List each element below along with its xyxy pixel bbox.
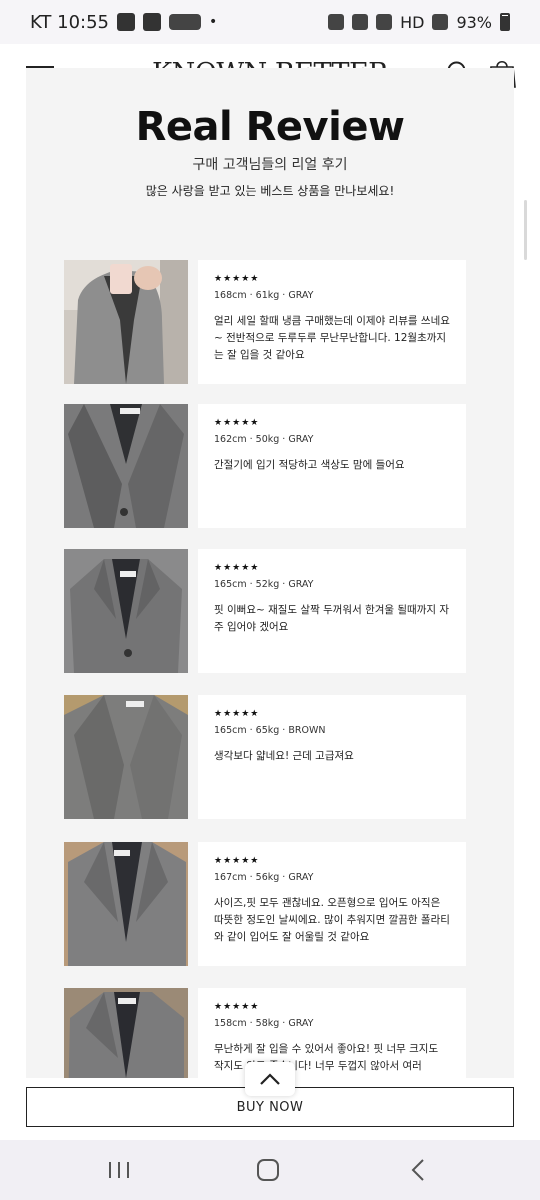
star-rating: ★★★★★	[214, 856, 260, 866]
star-rating: ★★★★★	[214, 274, 260, 284]
review-card: ★★★★★ 165cm · 52kg · GRAY 핏 이뻐요~ 재질도 살짝 …	[198, 549, 466, 673]
review-text: 핏 이뻐요~ 재질도 살짝 두꺼워서 한겨울 될때까지 자주 입어야 겠어요	[214, 604, 450, 633]
battery-icon	[500, 13, 510, 31]
review-photo	[64, 695, 188, 819]
scrollbar[interactable]	[524, 200, 527, 260]
battery-percent: 93%	[456, 12, 492, 32]
reviewer-info: 162cm · 50kg · GRAY	[214, 434, 314, 445]
network-hd-label: HD	[400, 12, 425, 32]
review-card: ★★★★★ 158cm · 58kg · GRAY 무난하게 잘 입을 수 있어…	[198, 988, 466, 1078]
carrier-time: KT 10:55	[30, 11, 109, 33]
star-rating: ★★★★★	[214, 1002, 260, 1012]
review-item[interactable]: ★★★★★ 162cm · 50kg · GRAY 간절기에 입기 적당하고 색…	[64, 404, 466, 528]
reviewer-info: 165cm · 52kg · GRAY	[214, 579, 314, 590]
reviewer-info: 158cm · 58kg · GRAY	[214, 1018, 314, 1029]
signal-icon	[432, 14, 449, 30]
review-item[interactable]: ★★★★★ 168cm · 61kg · GRAY 얼리 세일 할때 냉큼 구매…	[64, 260, 466, 384]
recent-apps-icon[interactable]	[104, 1158, 134, 1182]
review-text: 생각보다 얇네요! 근데 고급져요	[214, 750, 354, 762]
review-photo	[64, 842, 188, 966]
wifi-icon	[376, 14, 393, 30]
review-text: 사이즈,핏 모두 괜찮네요. 오픈형으로 입어도 아직은 따뜻한 정도인 날씨에…	[214, 897, 450, 943]
review-item[interactable]: ★★★★★ 165cm · 65kg · BROWN 생각보다 얇네요! 근데 …	[64, 695, 466, 819]
back-icon[interactable]	[404, 1158, 434, 1182]
reviewer-info: 167cm · 56kg · GRAY	[214, 872, 314, 883]
review-photo	[64, 404, 188, 528]
review-photo	[64, 549, 188, 673]
system-nav-bar	[0, 1140, 540, 1200]
chevron-up-icon	[260, 1073, 280, 1085]
review-text: 얼리 세일 할때 냉큼 구매했는데 이제야 리뷰를 쓰네요~ 전반적으로 두루두…	[214, 315, 450, 361]
alarm-icon	[328, 14, 345, 30]
reviewer-info: 165cm · 65kg · BROWN	[214, 725, 326, 736]
review-photo	[64, 988, 188, 1078]
app-notification-icon	[117, 13, 135, 31]
review-item[interactable]: ★★★★★ 165cm · 52kg · GRAY 핏 이뻐요~ 재질도 살짝 …	[64, 549, 466, 673]
section-subtitle: 구매 고객님들의 리얼 후기	[192, 157, 348, 173]
review-text: 간절기에 입기 적당하고 색상도 맘에 들어요	[214, 459, 405, 471]
review-photo	[64, 260, 188, 384]
section-title: Real Review	[135, 104, 405, 150]
review-section: Real Review 구매 고객님들의 리얼 후기 많은 사랑을 받고 있는 …	[26, 68, 514, 1078]
star-rating: ★★★★★	[214, 709, 260, 719]
star-rating: ★★★★★	[214, 563, 260, 573]
review-card: ★★★★★ 168cm · 61kg · GRAY 얼리 세일 할때 냉큼 구매…	[198, 260, 466, 384]
section-description: 많은 사랑을 받고 있는 베스트 상품을 만나보세요!	[145, 184, 395, 198]
review-card: ★★★★★ 162cm · 50kg · GRAY 간절기에 입기 적당하고 색…	[198, 404, 466, 528]
gallery-notification-icon	[143, 13, 161, 31]
webtoon-notification-icon	[169, 14, 201, 30]
review-card: ★★★★★ 167cm · 56kg · GRAY 사이즈,핏 모두 괜찮네요.…	[198, 842, 466, 966]
scroll-top-button[interactable]	[245, 1062, 295, 1096]
more-notifications-dot: •	[209, 14, 218, 30]
mute-icon	[352, 14, 369, 30]
review-card: ★★★★★ 165cm · 65kg · BROWN 생각보다 얇네요! 근데 …	[198, 695, 466, 819]
home-icon[interactable]	[253, 1158, 283, 1182]
status-bar: KT 10:55 • HD 93%	[0, 0, 540, 44]
review-item[interactable]: ★★★★★ 167cm · 56kg · GRAY 사이즈,핏 모두 괜찮네요.…	[64, 842, 466, 966]
reviewer-info: 168cm · 61kg · GRAY	[214, 290, 314, 301]
star-rating: ★★★★★	[214, 418, 260, 428]
